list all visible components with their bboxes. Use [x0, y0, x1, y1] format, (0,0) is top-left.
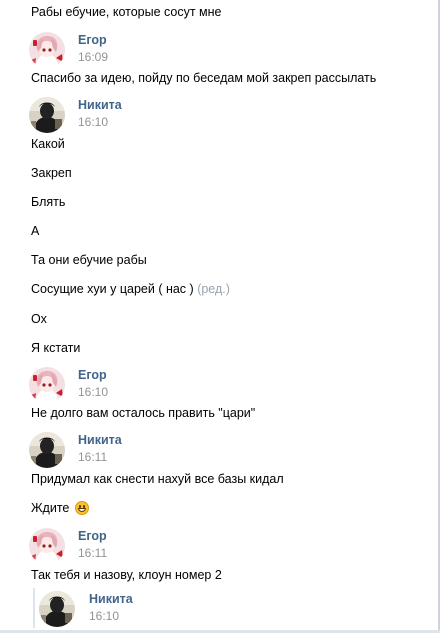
message-time[interactable]: 16:11 [78, 450, 107, 464]
message-with-edit: Сосущие хуи у царей ( нас ) (ред.) [31, 281, 230, 297]
author-name[interactable]: Никита [78, 433, 122, 447]
message-text: Та они ебучие рабы [31, 253, 147, 267]
message-time[interactable]: 16:10 [78, 385, 108, 399]
author-name[interactable]: Егор [78, 368, 107, 382]
message-with-emoji: Ждите [31, 500, 89, 516]
avatar[interactable] [29, 32, 65, 68]
message-time[interactable]: 16:10 [89, 609, 119, 623]
message-text: Блять [31, 195, 66, 209]
message-text: Так тебя и назову, клоун номер 2 [31, 568, 222, 582]
chat-history: Рабы ебучие, которые сосут мне Егор 16:0… [0, 0, 440, 633]
author-name[interactable]: Егор [78, 529, 107, 543]
message-text: Ох [31, 312, 47, 326]
avatar[interactable] [29, 432, 65, 468]
message-time[interactable]: 16:11 [78, 546, 107, 560]
edited-label[interactable]: (ред.) [197, 282, 230, 296]
avatar[interactable] [39, 591, 75, 627]
author-name[interactable]: Никита [89, 592, 133, 606]
author-name[interactable]: Никита [78, 98, 122, 112]
message-text: Сосущие хуи у царей ( нас ) [31, 282, 194, 296]
message-text: Не долго вам осталось править "цари" [31, 406, 256, 420]
avatar[interactable] [29, 97, 65, 133]
avatar[interactable] [29, 528, 65, 564]
message-text: Я кстати [31, 341, 81, 355]
message-text: А [31, 224, 40, 238]
message-time[interactable]: 16:10 [78, 115, 108, 129]
author-name[interactable]: Егор [78, 33, 107, 47]
grinning-face-emoji-icon [74, 501, 89, 515]
message-text: Закреп [31, 166, 72, 180]
message-text: Придумал как снести нахуй все базы кидал [31, 472, 284, 486]
message-time[interactable]: 16:09 [78, 50, 108, 64]
message-text: Спасибо за идею, пойду по беседам мой за… [31, 71, 377, 85]
message-text: Какой [31, 137, 65, 151]
message-text: Ждите [31, 501, 70, 515]
message-text: Рабы ебучие, которые сосут мне [31, 5, 222, 19]
forwarded-message[interactable]: Никита 16:10 [33, 588, 335, 628]
avatar[interactable] [29, 367, 65, 403]
